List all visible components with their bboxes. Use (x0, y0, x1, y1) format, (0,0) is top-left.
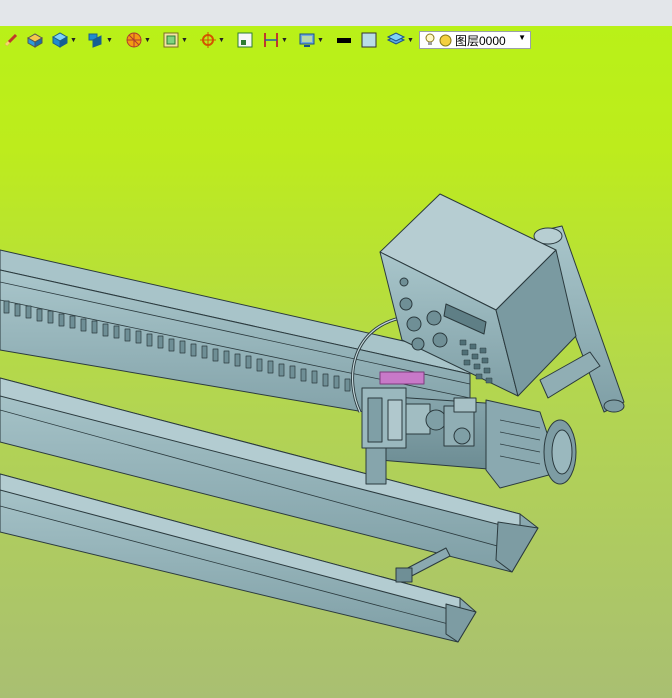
pencil-tool-button[interactable] (4, 30, 18, 50)
3d-model-viewport[interactable] (0, 26, 672, 698)
cad-assembly-model (0, 193, 625, 643)
chevron-down-icon: ▼ (281, 36, 288, 44)
layer-name: 图层0000 (455, 33, 506, 48)
chevron-down-icon: ▼ (144, 36, 151, 44)
cube-view-button[interactable]: ▼ (51, 30, 77, 50)
snap-button[interactable] (236, 30, 254, 50)
dimension-icon (262, 31, 280, 49)
light-bulb-icon (424, 33, 436, 47)
line-color-icon (335, 31, 353, 49)
zoom-window-icon (162, 31, 180, 49)
layer-selector[interactable]: 图层0000 ▼ (419, 31, 531, 49)
view-orientation-icon (87, 32, 105, 48)
target-button[interactable]: ▼ (199, 30, 225, 50)
render-mode-icon (125, 31, 143, 49)
display-settings-icon (298, 31, 316, 49)
servo-motor (485, 399, 577, 489)
target-icon (199, 31, 217, 49)
chevron-down-icon: ▼ (181, 36, 188, 44)
chevron-down-icon[interactable]: ▼ (518, 33, 526, 42)
layer-status-circle-icon (439, 34, 452, 47)
display-settings-button[interactable]: ▼ (298, 30, 324, 50)
fill-color-icon (360, 31, 378, 49)
pencil-icon (4, 33, 18, 47)
zoom-window-button[interactable]: ▼ (162, 30, 188, 50)
connecting-rod (395, 547, 451, 583)
cad-toolbar: ▼ ▼ ▼ ▼ ▼ ▼ ▼ ▼ 图层0000 ▼ (0, 30, 672, 52)
fill-color-button[interactable] (360, 30, 378, 50)
extrude-tool-button[interactable] (26, 30, 44, 50)
snap-icon (236, 31, 254, 49)
chevron-down-icon: ▼ (218, 36, 225, 44)
dimension-button[interactable]: ▼ (262, 30, 288, 50)
chevron-down-icon: ▼ (317, 36, 324, 44)
chevron-down-icon: ▼ (106, 36, 113, 44)
chevron-down-icon: ▼ (70, 36, 77, 44)
cube-view-icon (51, 32, 69, 48)
line-color-button[interactable] (335, 30, 353, 50)
extrude-icon (26, 32, 44, 48)
layer-stack-icon (386, 31, 406, 49)
window-title-bar (0, 0, 672, 27)
layer-stack-button[interactable]: ▼ (386, 30, 414, 50)
chevron-down-icon: ▼ (407, 36, 414, 44)
view-orientation-button[interactable]: ▼ (87, 30, 113, 50)
render-mode-button[interactable]: ▼ (125, 30, 151, 50)
